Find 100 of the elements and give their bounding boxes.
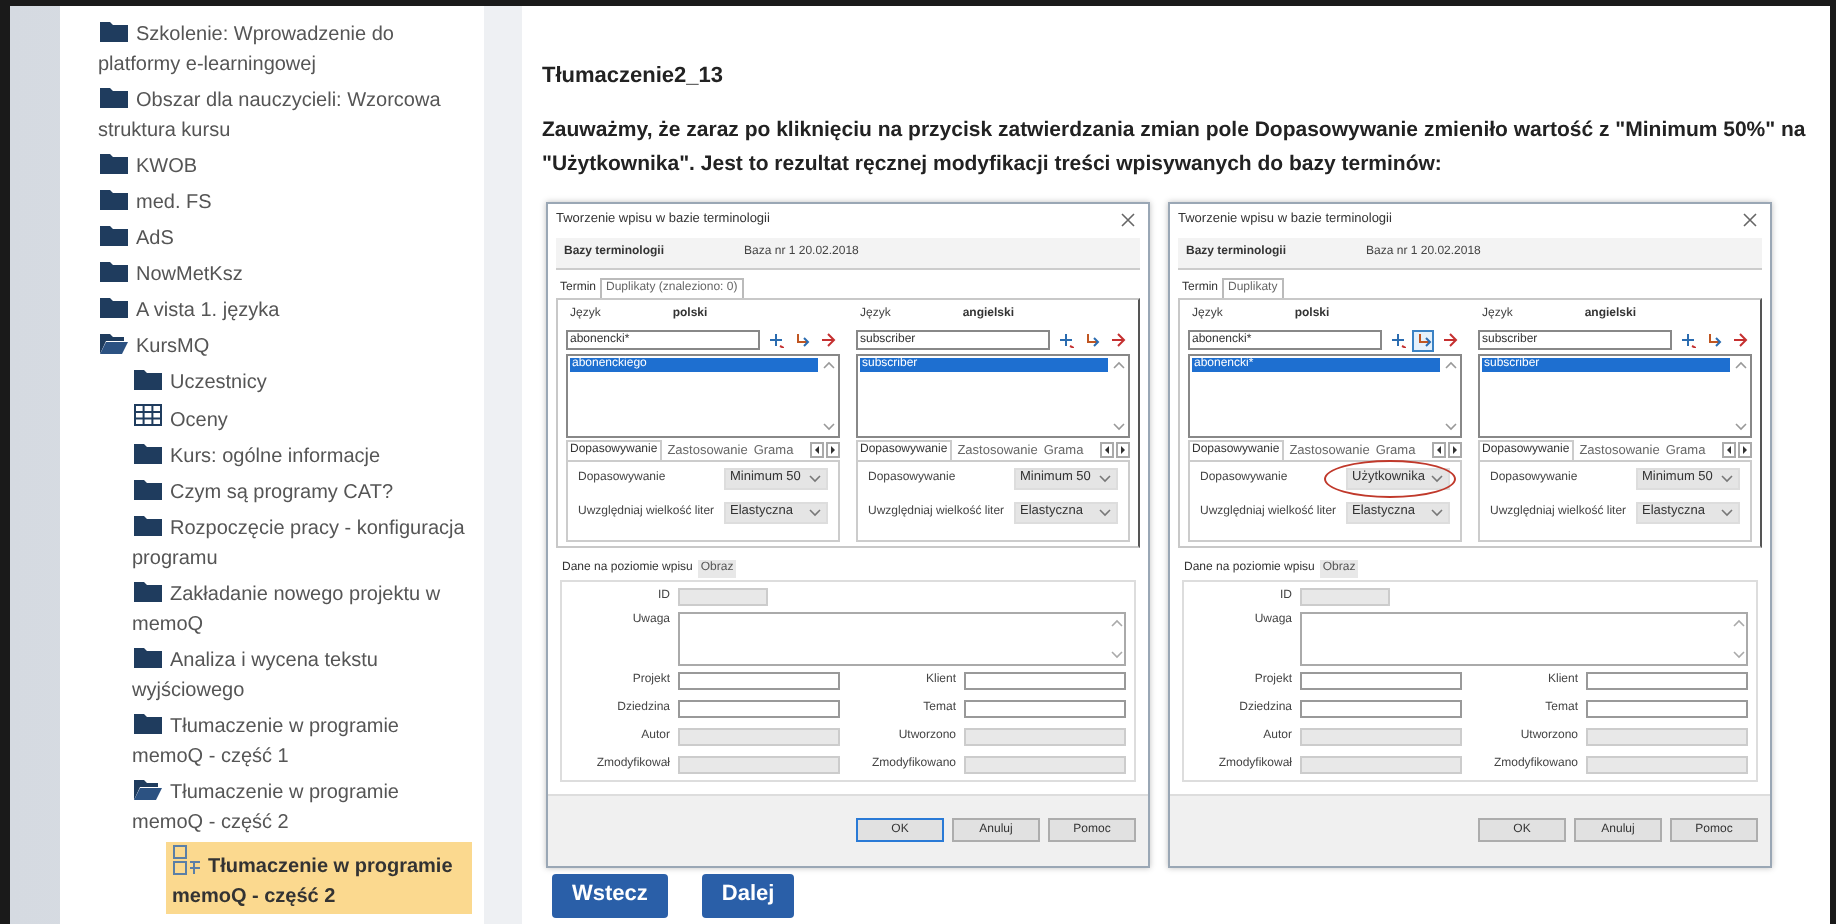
tool-button[interactable]: [1676, 329, 1698, 351]
course-link[interactable]: KWOB: [98, 150, 472, 182]
course-link[interactable]: Oceny: [132, 402, 472, 436]
text-field[interactable]: [1300, 671, 1462, 689]
plus-icon: [1057, 332, 1073, 348]
scroll-down-icon: [1444, 419, 1458, 431]
bent-arrow-icon: [793, 332, 809, 348]
scroll-right-icon: [1116, 442, 1130, 458]
text-field[interactable]: [1586, 699, 1748, 717]
folder-icon: [132, 512, 164, 536]
text-field[interactable]: [1300, 699, 1462, 717]
scroll-up-icon: [1109, 617, 1123, 629]
course-link[interactable]: Obszar dla nauczycieli: Wzorcowa struktura kursu: [98, 84, 472, 146]
folder-icon: [98, 84, 130, 108]
scroll-down-icon: [1109, 647, 1123, 659]
chevron-down-icon: [1098, 472, 1112, 484]
text-field[interactable]: [678, 671, 840, 689]
scroll-down-icon: [1112, 419, 1126, 431]
plus-icon: [767, 332, 783, 348]
page-title: Tłumaczenie2_13: [542, 62, 725, 92]
bent-arrow-icon: [1705, 332, 1721, 348]
scroll-up-icon: [822, 359, 836, 371]
text-field[interactable]: [964, 699, 1126, 717]
chevron-down-icon: [1098, 506, 1112, 518]
close-icon: [1120, 212, 1136, 228]
folder-icon: [98, 18, 130, 42]
plus-icon: [1389, 332, 1405, 348]
course-link[interactable]: Zakładanie nowego projektu w memoQ: [132, 578, 472, 640]
scroll-left-icon: [1722, 442, 1736, 458]
folder-icon: [132, 476, 164, 500]
course-link[interactable]: Tłumaczenie w programie memoQ - część 1: [132, 710, 472, 772]
scroll-left-icon: [1100, 442, 1114, 458]
folder-icon: [98, 150, 130, 174]
folder-icon: [98, 294, 130, 318]
instruction-text: Zauważmy, że zaraz po kliknięciu na przycisk zatwierdzania zmian pole Dopasowywanie zmieniło wartość z "Minimum 50%" na "Użytkownika". Jest to rezultat ręcznej modyfikacji treści wpisywanych do bazy terminów:: [542, 115, 1806, 179]
course-link[interactable]: KursMQ: [98, 330, 472, 362]
bent-arrow-icon: [1415, 332, 1431, 348]
course-link[interactable]: A vista 1. języka: [98, 294, 472, 326]
course-link[interactable]: Analiza i wycena tekstu wyjściowego: [132, 644, 472, 706]
chevron-down-icon: [808, 472, 822, 484]
nav-button[interactable]: Dalej: [701, 873, 795, 917]
nav-button[interactable]: Wstecz: [552, 873, 668, 917]
chevron-down-icon: [1430, 506, 1444, 518]
folder-icon: [98, 258, 130, 282]
course-link[interactable]: med. FS: [98, 186, 472, 218]
chevron-down-icon: [1720, 472, 1734, 484]
id-field[interactable]: [1300, 587, 1390, 605]
page-icon: [172, 844, 202, 876]
close-button[interactable]: [1116, 208, 1140, 232]
tool-button[interactable]: [1438, 329, 1460, 351]
scroll-down-icon: [1731, 647, 1745, 659]
arrow-icon: [1441, 332, 1457, 348]
scroll-left-icon: [810, 442, 824, 458]
tool-button[interactable]: [1412, 329, 1434, 351]
tool-button[interactable]: [764, 329, 786, 351]
course-link[interactable]: Tłumaczenie w programie memoQ - część 2: [132, 776, 472, 838]
folder-icon: [98, 186, 130, 210]
scroll-down-icon: [822, 419, 836, 431]
text-field[interactable]: [964, 671, 1126, 689]
scroll-up-icon: [1731, 617, 1745, 629]
course-link[interactable]: Kurs: ogólne informacje: [132, 440, 472, 472]
scroll-right-icon: [826, 442, 840, 458]
close-button[interactable]: [1738, 208, 1762, 232]
course-link[interactable]: NowMetKsz: [98, 258, 472, 290]
open-folder-icon: [132, 776, 164, 800]
close-icon: [1742, 212, 1758, 228]
id-field[interactable]: [678, 587, 768, 605]
arrow-icon: [1731, 332, 1747, 348]
course-link[interactable]: AdS: [98, 222, 472, 254]
note-field[interactable]: [678, 611, 1126, 665]
course-link[interactable]: Szkolenie: Wprowadzenie do platformy e-learningowej: [98, 18, 472, 80]
scroll-right-icon: [1738, 442, 1752, 458]
scroll-up-icon: [1734, 359, 1748, 371]
tool-button[interactable]: [1054, 329, 1076, 351]
course-link[interactable]: Tłumaczenie w programie memoQ - część 2: [166, 842, 472, 914]
chevron-down-icon: [808, 506, 822, 518]
note-field[interactable]: [1300, 611, 1748, 665]
text-field[interactable]: [1586, 671, 1748, 689]
chevron-down-icon: [1720, 506, 1734, 518]
open-folder-icon: [98, 330, 130, 354]
tool-button[interactable]: [1386, 329, 1408, 351]
plus-icon: [1679, 332, 1695, 348]
folder-icon: [132, 710, 164, 734]
tool-button[interactable]: [1106, 329, 1128, 351]
scroll-right-icon: [1448, 442, 1462, 458]
folder-icon: [132, 578, 164, 602]
folder-icon: [132, 366, 164, 390]
tool-button[interactable]: [816, 329, 838, 351]
arrow-icon: [1109, 332, 1125, 348]
arrow-icon: [819, 332, 835, 348]
scroll-up-icon: [1112, 359, 1126, 371]
course-link[interactable]: Uczestnicy: [132, 366, 472, 398]
folder-icon: [132, 644, 164, 668]
text-field[interactable]: [678, 699, 840, 717]
tool-button[interactable]: [1728, 329, 1750, 351]
course-link[interactable]: Rozpoczęcie pracy - konfiguracja programu: [132, 512, 472, 574]
course-link[interactable]: Czym są programy CAT?: [132, 476, 472, 508]
bent-arrow-icon: [1083, 332, 1099, 348]
chevron-down-icon: [1430, 472, 1444, 484]
scroll-up-icon: [1444, 359, 1458, 371]
